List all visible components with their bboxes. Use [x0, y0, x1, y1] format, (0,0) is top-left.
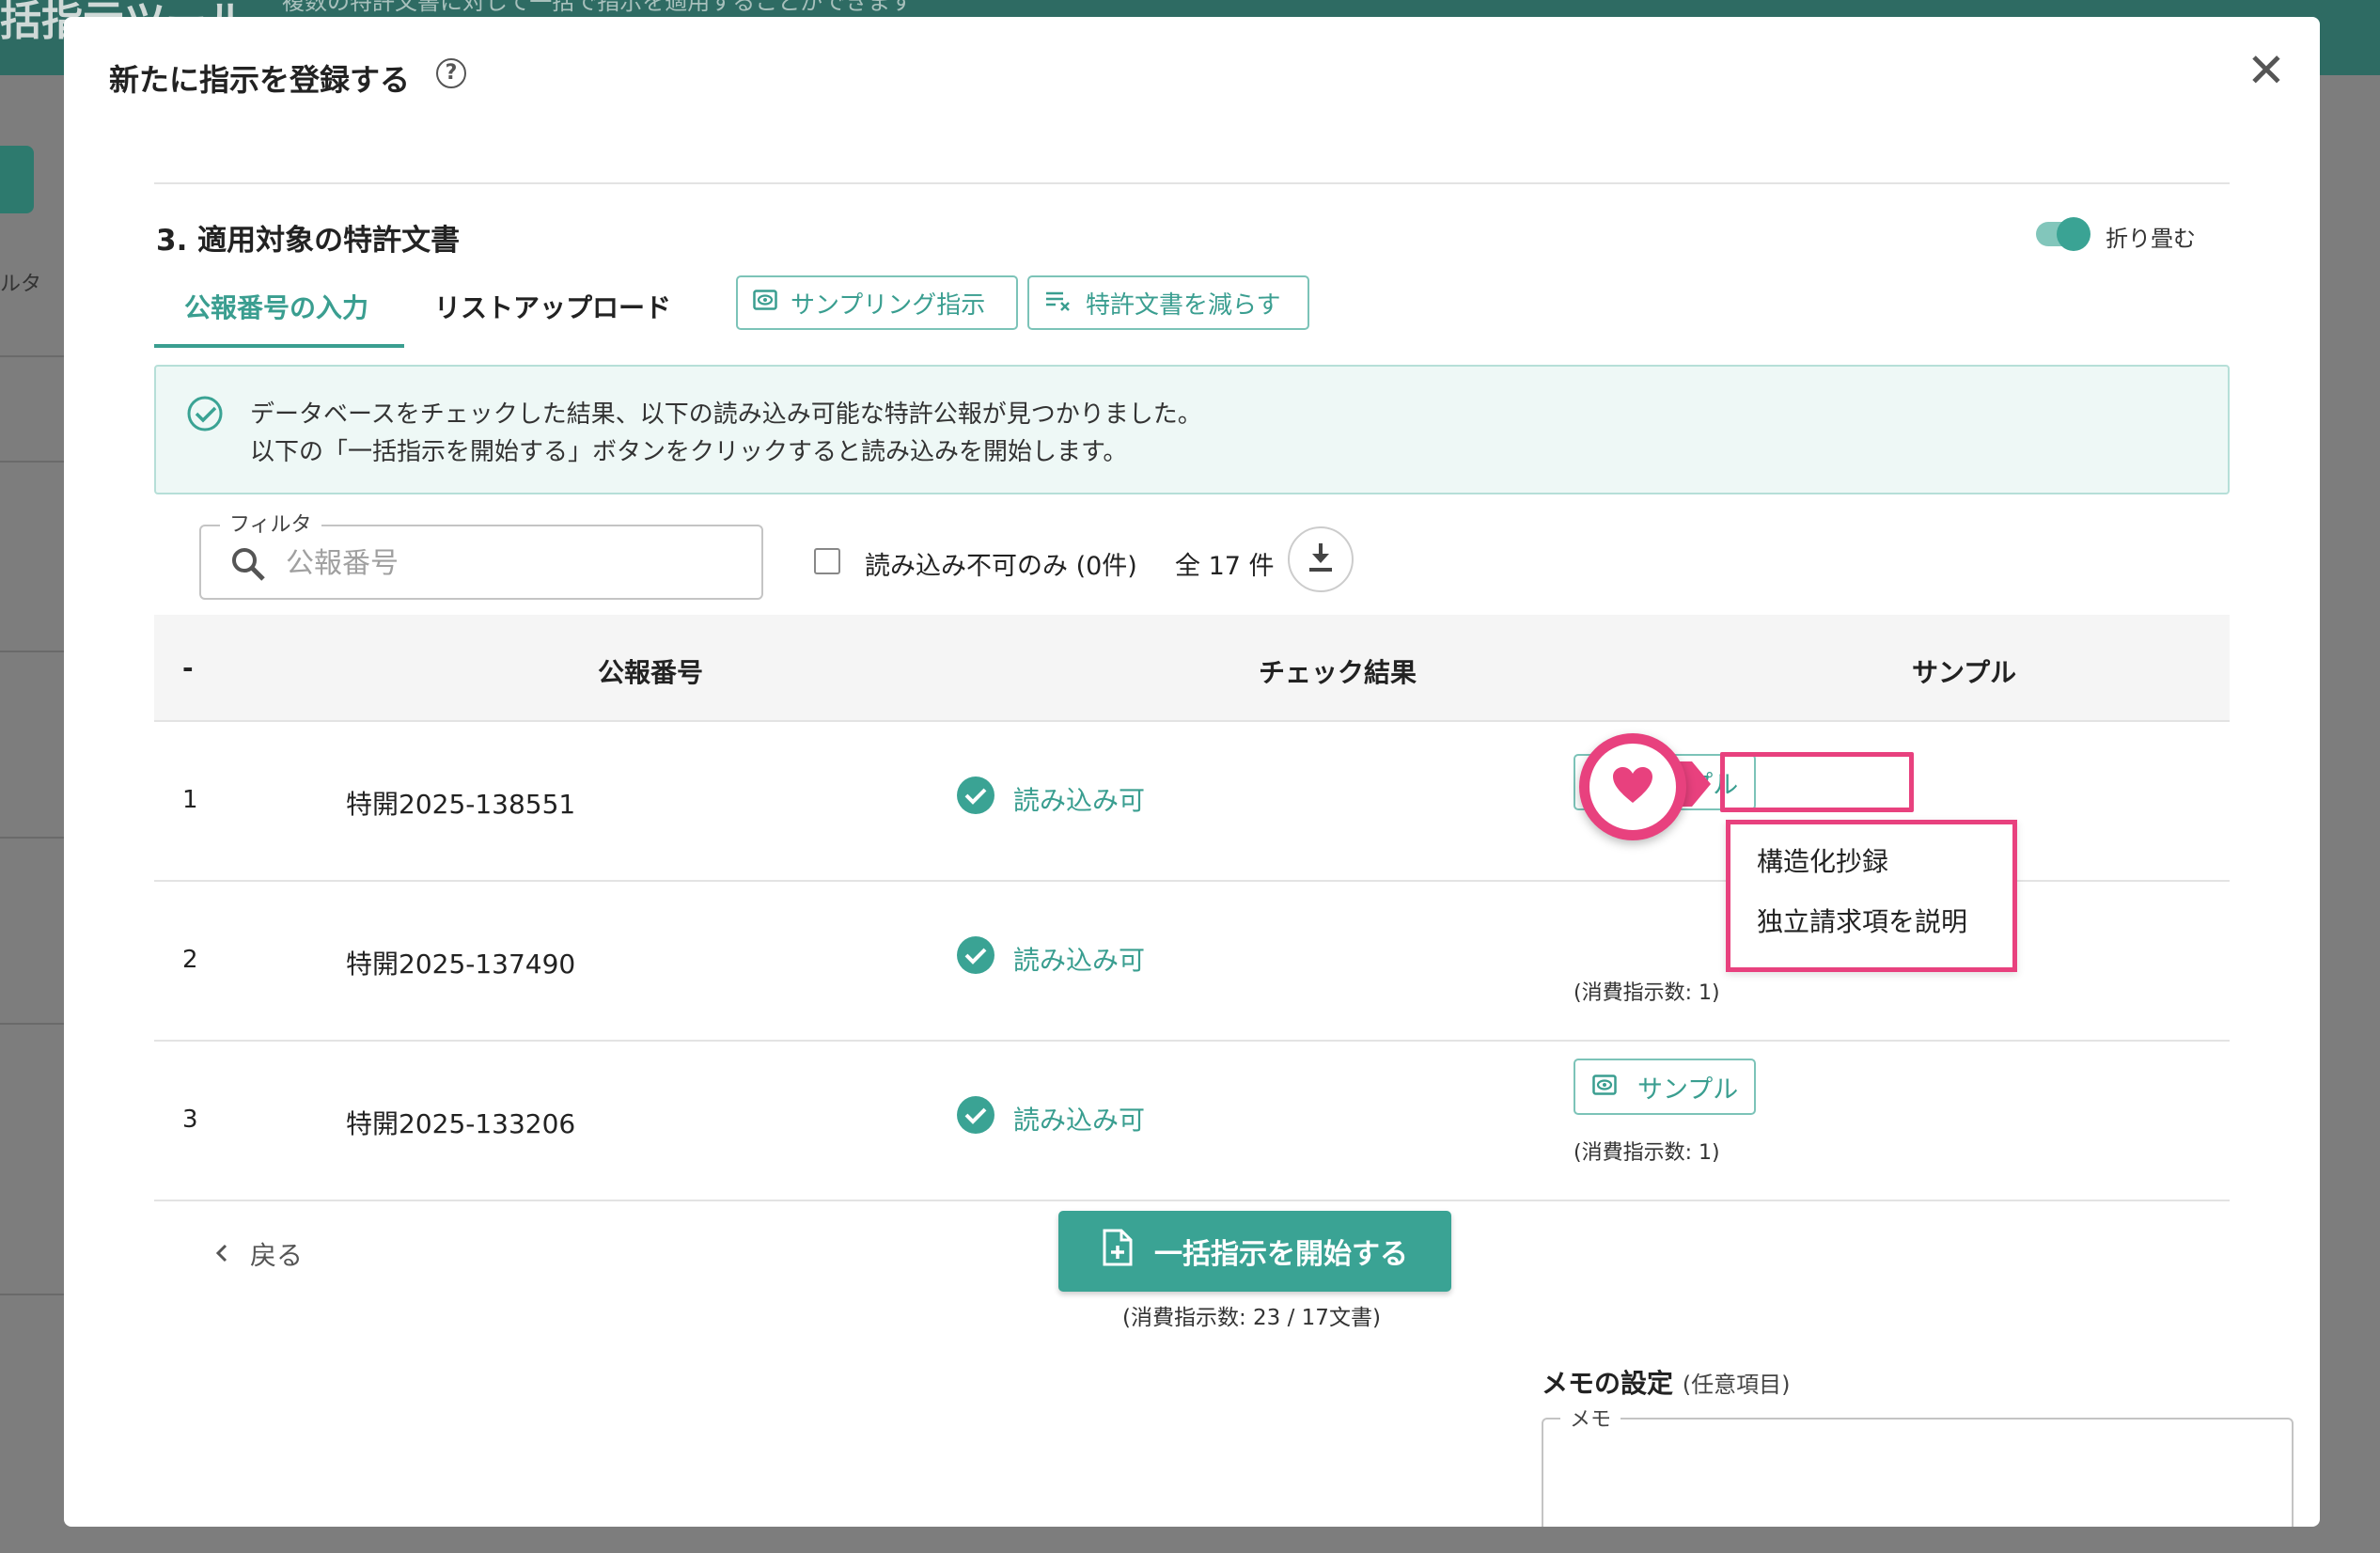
- background-button: [0, 146, 34, 213]
- background-divider: [0, 1294, 64, 1295]
- help-icon[interactable]: ?: [436, 58, 466, 88]
- check-circle-icon: [957, 1096, 994, 1140]
- back-button[interactable]: 戻る: [214, 1235, 303, 1273]
- row-index: 1: [182, 786, 198, 814]
- reduce-documents-button[interactable]: 特許文書を減らす: [1027, 275, 1309, 330]
- total-count: 全 17 件: [1175, 552, 1275, 581]
- unreadable-only-checkbox[interactable]: [814, 548, 840, 574]
- sample-button-highlight: [1720, 752, 1914, 812]
- document-add-icon: [1102, 1229, 1134, 1274]
- collapse-toggle[interactable]: [2036, 217, 2090, 251]
- background-divider: [0, 355, 64, 357]
- table-header: - 公報番号 チェック結果 サンプル: [154, 615, 2230, 722]
- check-result: 読み込み可: [957, 1096, 1145, 1140]
- alert-line-1: データベースをチェックした結果、以下の読み込み可能な特許公報が見つかりました。: [250, 400, 1202, 429]
- check-result: 読み込み可: [957, 936, 1145, 980]
- check-result: 読み込み可: [957, 776, 1145, 821]
- sample-button[interactable]: サンプル: [1574, 1059, 1756, 1115]
- back-label: 戻る: [250, 1240, 304, 1271]
- consume-count: (消費指示数: 1): [1574, 981, 1720, 1005]
- start-batch-label: 一括指示を開始する: [1154, 1238, 1408, 1271]
- reduce-documents-label: 特許文書を減らす: [1086, 290, 1281, 320]
- filter-input[interactable]: [284, 541, 739, 585]
- publication-number: 特開2025-138551: [346, 789, 576, 820]
- filter-field: フィルタ: [199, 508, 763, 600]
- check-result-label: 読み込み可: [1013, 1104, 1146, 1136]
- download-button[interactable]: [1288, 526, 1354, 592]
- section-title: 3. 適用対象の特許文書: [156, 224, 461, 258]
- memo-optional-text: (任意項目): [1682, 1372, 1791, 1398]
- divider: [154, 182, 2230, 184]
- check-circle-icon: [957, 776, 994, 821]
- filter-label: フィルタ: [220, 508, 321, 538]
- start-batch-button[interactable]: 一括指示を開始する: [1058, 1211, 1451, 1292]
- sample-button-label: サンプル: [1637, 1075, 1739, 1105]
- sample-dropdown-menu: 構造化抄録 独立請求項を説明: [1726, 820, 2017, 972]
- check-circle-icon: [957, 936, 994, 980]
- heart-icon: [1611, 765, 1654, 808]
- memo-field[interactable]: メモ: [1542, 1403, 2294, 1527]
- toggle-knob: [2057, 217, 2090, 251]
- publication-number: 特開2025-137490: [346, 949, 576, 980]
- column-header-index: -: [182, 652, 194, 683]
- app-subtitle: 複数の特許文書に対して一括で指示を適用することができます: [282, 0, 914, 15]
- menu-item-explain-independent-claims[interactable]: 独立請求項を説明: [1757, 902, 1967, 939]
- background-divider: [0, 1023, 64, 1025]
- row-index: 3: [182, 1106, 198, 1134]
- column-header-check-result: チェック結果: [1259, 657, 1417, 688]
- background-divider: [0, 461, 64, 463]
- memo-label: メモ: [1560, 1403, 1621, 1433]
- chevron-left-icon: [214, 1239, 229, 1270]
- heart-marker: [1579, 733, 1686, 840]
- row-index: 2: [182, 946, 198, 974]
- success-alert: データベースをチェックした結果、以下の読み込み可能な特許公報が見つかりました。 …: [154, 365, 2230, 494]
- memo-title-text: メモの設定: [1542, 1368, 1674, 1399]
- menu-item-structured-abstract[interactable]: 構造化抄録: [1757, 841, 1888, 879]
- eye-icon: [753, 289, 777, 317]
- sampling-instruction-button[interactable]: サンプリング指示: [736, 275, 1018, 330]
- alert-line-2: 以下の「一括指示を開始する」ボタンをクリックすると読み込みを開始します。: [250, 438, 1128, 466]
- table-row: 3 特開2025-133206 読み込み可: [154, 1042, 2230, 1201]
- column-header-publication-number: 公報番号: [598, 657, 704, 688]
- register-instruction-modal: 新たに指示を登録する ? ✕ 3. 適用対象の特許文書 折り畳む 公報番号の入力…: [64, 17, 2320, 1527]
- check-result-label: 読み込み可: [1013, 944, 1146, 976]
- start-consume-note: (消費指示数: 23 / 17文書): [1122, 1306, 1381, 1330]
- sampling-instruction-label: サンプリング指示: [791, 290, 986, 320]
- eye-icon: [1592, 1073, 1617, 1102]
- close-icon[interactable]: ✕: [2247, 47, 2286, 94]
- list-remove-icon: [1044, 289, 1073, 318]
- download-icon: [1307, 541, 1335, 577]
- modal-title: 新たに指示を登録する: [109, 62, 411, 98]
- column-header-sample: サンプル: [1912, 657, 2017, 688]
- active-tab-indicator: [154, 344, 404, 348]
- memo-settings-title: メモの設定 (任意項目): [1542, 1363, 1791, 1401]
- check-circle-icon: [186, 395, 224, 436]
- tab-publication-number[interactable]: 公報番号の入力: [184, 288, 368, 325]
- publication-number: 特開2025-133206: [346, 1108, 576, 1139]
- background-divider: [0, 651, 64, 652]
- background-filter-label: ルタ: [0, 273, 42, 296]
- consume-count: (消費指示数: 1): [1574, 1141, 1720, 1165]
- check-result-label: 読み込み可: [1013, 784, 1146, 816]
- unreadable-only-label: 読み込み不可のみ (0件): [865, 552, 1137, 581]
- background-divider: [0, 837, 64, 839]
- search-icon: [229, 545, 267, 587]
- tab-list-upload[interactable]: リストアップロード: [434, 288, 671, 325]
- collapse-label: 折り畳む: [2106, 226, 2196, 252]
